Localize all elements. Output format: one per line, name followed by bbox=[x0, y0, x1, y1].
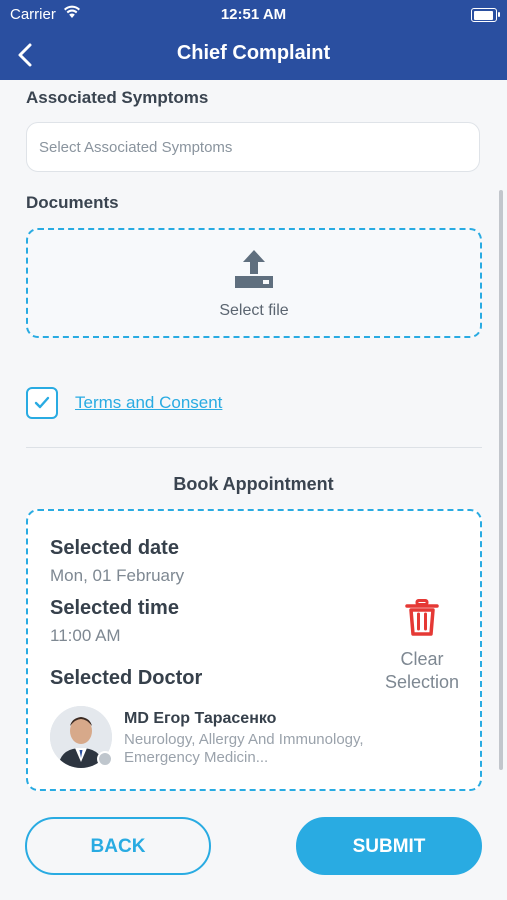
appointment-card: Selected date Mon, 01 February Selected … bbox=[26, 509, 482, 791]
book-appointment-heading: Book Appointment bbox=[173, 474, 334, 494]
clear-selection-label: Clear Selection bbox=[384, 649, 460, 692]
divider bbox=[26, 447, 482, 448]
upload-label: Select file bbox=[219, 302, 289, 319]
submit-button[interactable]: SUBMIT bbox=[296, 817, 482, 875]
scrollbar[interactable] bbox=[499, 190, 503, 770]
selected-time-value: 11:00 AM bbox=[50, 626, 121, 645]
selected-date-label: Selected date bbox=[50, 537, 179, 559]
checkmark-icon bbox=[34, 396, 50, 409]
status-bar: Carrier 12:51 AM bbox=[0, 0, 507, 30]
selected-date-value: Mon, 01 February bbox=[50, 566, 185, 585]
upload-icon bbox=[233, 248, 275, 295]
clear-selection-button[interactable]: Clear Selection bbox=[372, 599, 472, 694]
consent-checkbox[interactable] bbox=[26, 387, 58, 419]
symptoms-label: Associated Symptoms bbox=[26, 88, 209, 107]
clock: 12:51 AM bbox=[220, 6, 287, 23]
selected-doctor-label: Selected Doctor bbox=[50, 667, 203, 689]
documents-label: Documents bbox=[26, 193, 119, 212]
page-title: Chief Complaint bbox=[176, 42, 331, 64]
symptoms-placeholder: Select Associated Symptoms bbox=[39, 139, 233, 156]
nav-bar: Chief Complaint bbox=[0, 30, 507, 80]
doctor-specialty: Neurology, Allergy And Immunology, Emerg… bbox=[124, 731, 364, 766]
symptoms-select[interactable]: Select Associated Symptoms bbox=[26, 122, 480, 172]
selected-time-label: Selected time bbox=[50, 597, 179, 619]
status-dot bbox=[97, 751, 113, 767]
terms-consent-link[interactable]: Terms and Consent bbox=[75, 393, 222, 413]
back-button[interactable]: BACK bbox=[25, 817, 211, 875]
doctor-name: MD Егор Тарасенко bbox=[124, 710, 277, 727]
file-upload-area[interactable]: Select file bbox=[26, 228, 482, 338]
battery-icon bbox=[471, 8, 500, 22]
trash-icon bbox=[405, 599, 439, 636]
